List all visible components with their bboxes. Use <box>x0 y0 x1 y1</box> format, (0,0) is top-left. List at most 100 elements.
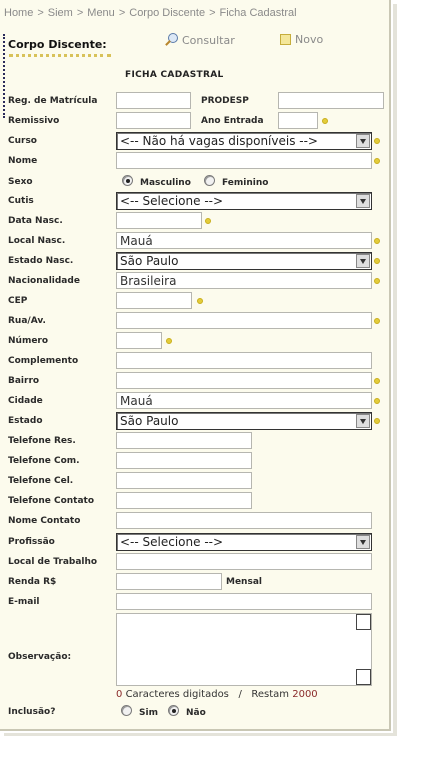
label-nome: Nome <box>8 156 38 166</box>
label-cidade: Cidade <box>8 396 43 406</box>
inclusao-nao-label: Não <box>186 708 206 718</box>
sexo-feminino-radio[interactable] <box>204 175 215 186</box>
label-telefone-com: Telefone Com. <box>8 456 80 466</box>
remissivo-input[interactable] <box>116 112 191 129</box>
cep-input[interactable] <box>116 292 192 309</box>
sexo-masculino-radio[interactable] <box>122 175 133 186</box>
label-data-nasc: Data Nasc. <box>8 216 63 226</box>
cutis-select[interactable]: <-- Selecione --> <box>116 192 372 210</box>
curso-select[interactable]: <-- Não há vagas disponíveis --> <box>116 132 372 150</box>
label-local-trabalho: Local de Trabalho <box>8 557 98 567</box>
required-dot-icon <box>374 278 380 284</box>
label-bairro: Bairro <box>8 376 40 386</box>
chevron-down-icon[interactable] <box>356 535 370 549</box>
label-curso: Curso <box>8 136 37 146</box>
profissao-select-value: <-- Selecione --> <box>120 535 224 549</box>
typed-count: 0 <box>116 689 123 700</box>
complemento-input[interactable] <box>116 352 372 369</box>
remaining-label: Restam <box>251 689 290 700</box>
data-nasc-input[interactable] <box>116 212 202 229</box>
profissao-select[interactable]: <-- Selecione --> <box>116 533 372 551</box>
consultar-label: Consultar <box>182 33 235 47</box>
panel-shadow <box>393 4 397 733</box>
breadcrumb: Home > Siem > Menu > Corpo Discente > Ficha Cada… <box>4 7 297 19</box>
note-icon <box>280 34 291 45</box>
section-title: Corpo Discente: <box>8 38 107 51</box>
telefone-contato-input[interactable] <box>116 492 252 509</box>
remaining-count: 2000 <box>292 689 318 700</box>
label-email: E-mail <box>8 597 40 607</box>
label-prodesp: PRODESP <box>201 96 249 106</box>
required-dot-icon <box>197 298 203 304</box>
label-rua: Rua/Av. <box>8 316 46 326</box>
nome-input[interactable] <box>116 152 372 169</box>
estado-select-value: São Paulo <box>120 414 179 428</box>
required-dot-icon <box>166 338 172 344</box>
label-estado: Estado <box>8 416 43 426</box>
required-dot-icon <box>374 378 380 384</box>
observacao-textarea[interactable] <box>116 613 372 686</box>
inclusao-sim-radio[interactable] <box>121 705 132 716</box>
chevron-down-icon[interactable] <box>356 194 370 208</box>
form-title: FICHA CADASTRAL <box>125 70 224 80</box>
sexo-feminino-label: Feminino <box>222 178 269 188</box>
inclusao-nao-radio[interactable] <box>168 705 179 716</box>
chevron-down-icon[interactable] <box>356 134 370 148</box>
required-dot-icon <box>374 258 380 264</box>
label-estado-nasc: Estado Nasc. <box>8 256 74 266</box>
breadcrumb-home[interactable]: Home <box>4 7 33 19</box>
reg-matricula-input[interactable] <box>116 92 191 109</box>
consultar-button[interactable]: Consultar <box>164 33 235 47</box>
required-dot-icon <box>374 398 380 404</box>
scrollbar-down[interactable] <box>356 669 371 685</box>
curso-select-value: <-- Não há vagas disponíveis --> <box>120 134 318 148</box>
rua-input[interactable] <box>116 312 372 329</box>
label-renda: Renda R$ <box>8 577 57 587</box>
required-dot-icon <box>374 318 380 324</box>
label-mensal: Mensal <box>226 577 262 587</box>
required-dot-icon <box>374 238 380 244</box>
telefone-com-input[interactable] <box>116 452 252 469</box>
nacionalidade-input[interactable]: Brasileira <box>116 272 372 289</box>
counter-divider: / <box>238 689 242 700</box>
telefone-res-input[interactable] <box>116 432 252 449</box>
label-inclusao: Inclusão? <box>8 707 56 717</box>
renda-input[interactable] <box>116 573 222 590</box>
breadcrumb-siem[interactable]: Siem <box>48 7 73 19</box>
character-counter: 0 Caracteres digitados / Restam 2000 <box>116 689 318 700</box>
novo-button[interactable]: Novo <box>280 33 323 46</box>
estado-nasc-select[interactable]: São Paulo <box>116 252 372 270</box>
telefone-cel-input[interactable] <box>116 472 252 489</box>
estado-select[interactable]: São Paulo <box>116 412 372 430</box>
prodesp-input[interactable] <box>278 92 384 109</box>
nome-contato-input[interactable] <box>116 512 372 529</box>
chevron-down-icon[interactable] <box>356 414 370 428</box>
label-numero: Número <box>8 336 49 346</box>
typed-label: Caracteres digitados <box>125 689 229 700</box>
email-input[interactable] <box>116 593 372 610</box>
breadcrumb-separator: > <box>37 7 44 19</box>
label-remissivo: Remissivo <box>8 116 60 126</box>
required-dot-icon <box>205 218 211 224</box>
required-dot-icon <box>374 158 380 164</box>
numero-input[interactable] <box>116 332 162 349</box>
estado-nasc-select-value: São Paulo <box>120 254 179 268</box>
breadcrumb-separator: > <box>76 7 84 19</box>
cidade-input[interactable]: Mauá <box>116 392 372 409</box>
label-ano-entrada: Ano Entrada <box>201 116 264 126</box>
breadcrumb-corpo-discente[interactable]: Corpo Discente <box>129 7 205 19</box>
scrollbar-up[interactable] <box>356 614 371 630</box>
local-nasc-input[interactable]: Mauá <box>116 232 372 249</box>
ano-entrada-input[interactable] <box>278 112 318 129</box>
novo-label: Novo <box>295 33 324 46</box>
chevron-down-icon[interactable] <box>356 254 370 268</box>
label-sexo: Sexo <box>8 177 33 187</box>
local-trabalho-input[interactable] <box>116 553 372 570</box>
label-telefone-cel: Telefone Cel. <box>8 476 74 486</box>
breadcrumb-separator: > <box>118 7 126 19</box>
label-telefone-res: Telefone Res. <box>8 436 76 446</box>
breadcrumb-menu[interactable]: Menu <box>87 7 115 19</box>
magnifier-icon <box>164 33 178 47</box>
bairro-input[interactable] <box>116 372 372 389</box>
required-dot-icon <box>374 418 380 424</box>
